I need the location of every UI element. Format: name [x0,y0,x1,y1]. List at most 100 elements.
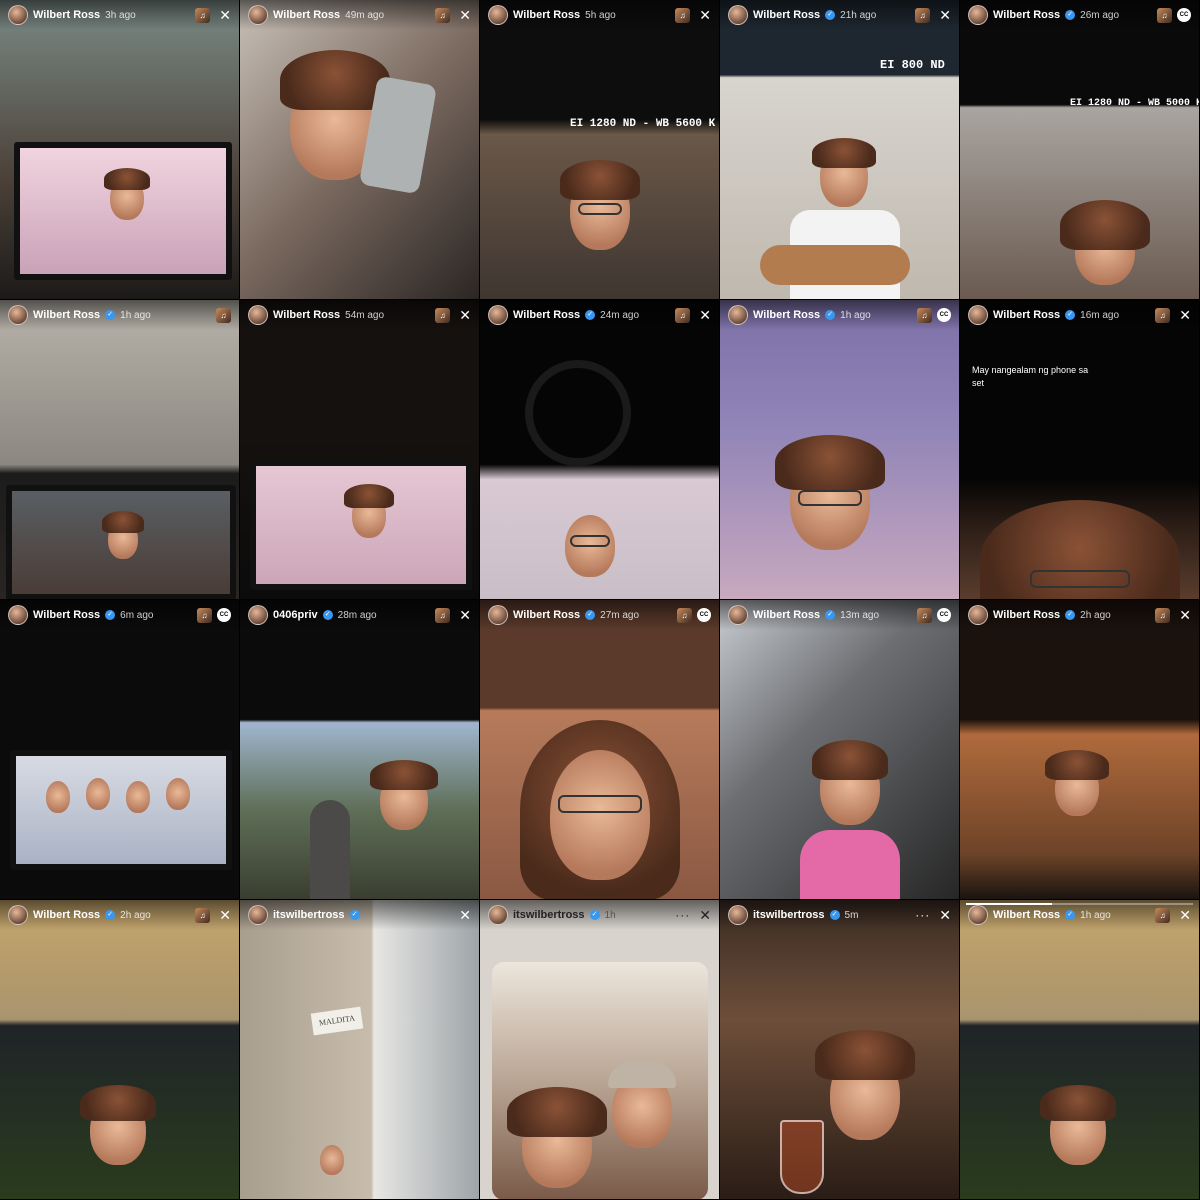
avatar[interactable] [728,905,748,925]
username[interactable]: Wilbert Ross [513,9,580,21]
username[interactable]: Wilbert Ross [513,609,580,621]
music-icon[interactable]: ♫ [677,607,692,623]
story-tile[interactable]: EI 1280 ND - WB 5000 K Wilbert Ross ✓ 26… [960,0,1200,300]
music-icon[interactable]: ♫ [216,307,231,323]
avatar[interactable] [968,605,988,625]
avatar[interactable] [488,305,508,325]
close-icon[interactable]: ✕ [1179,608,1191,622]
story-tile[interactable]: Wilbert Ross ✓ 13m ago ♫ CC [720,600,960,900]
story-tile[interactable]: Wilbert Ross ✓ 24m ago ♫ ✕ [480,300,720,600]
avatar[interactable] [248,605,268,625]
username[interactable]: Wilbert Ross [33,309,100,321]
avatar[interactable] [968,5,988,25]
music-icon[interactable]: ♫ [917,607,932,623]
avatar[interactable] [488,605,508,625]
close-icon[interactable]: ✕ [459,608,471,622]
username[interactable]: Wilbert Ross [33,9,100,21]
username[interactable]: Wilbert Ross [33,909,100,921]
avatar[interactable] [728,605,748,625]
username[interactable]: Wilbert Ross [33,609,100,621]
avatar[interactable] [728,305,748,325]
story-tile[interactable]: Wilbert Ross ✓ 1h ago ♫ ✕ [960,900,1200,1200]
avatar[interactable] [488,5,508,25]
avatar[interactable] [8,5,28,25]
avatar[interactable] [8,605,28,625]
cc-icon[interactable]: CC [1177,8,1191,22]
music-icon[interactable]: ♫ [1155,307,1171,323]
story-tile[interactable]: 0406priv ✓ 28m ago ♫ ✕ [240,600,480,900]
story-tile[interactable]: Wilbert Ross ✓ 1h ago ♫ [0,300,240,600]
story-tile[interactable]: itswilbertross ✓ 5m ··· ✕ [720,900,960,1200]
close-icon[interactable]: ✕ [219,8,231,22]
close-icon[interactable]: ✕ [939,908,951,922]
username[interactable]: Wilbert Ross [993,909,1060,921]
cc-icon[interactable]: CC [697,608,711,622]
cc-icon[interactable]: CC [937,608,951,622]
story-tile[interactable]: itswilbertross ✓ 1h ··· ✕ [480,900,720,1200]
more-icon[interactable]: ··· [675,908,690,922]
avatar[interactable] [488,905,508,925]
music-icon[interactable]: ♫ [915,7,931,23]
username[interactable]: Wilbert Ross [993,609,1060,621]
avatar[interactable] [8,305,28,325]
avatar[interactable] [968,905,988,925]
verified-icon: ✓ [825,10,836,20]
music-icon[interactable]: ♫ [1155,607,1171,623]
story-tile[interactable]: Wilbert Ross 54m ago ♫ ✕ [240,300,480,600]
username[interactable]: Wilbert Ross [753,309,820,321]
music-icon[interactable]: ♫ [435,7,451,23]
username[interactable]: itswilbertross [753,909,825,921]
story-tile[interactable]: EI 800 ND Wilbert Ross ✓ 21h ago ♫ ✕ [720,0,960,300]
music-icon[interactable]: ♫ [195,907,211,923]
music-icon[interactable]: ♫ [675,7,691,23]
story-tile[interactable]: Wilbert Ross ✓ 27m ago ♫ CC [480,600,720,900]
username[interactable]: 0406priv [273,609,318,621]
music-icon[interactable]: ♫ [1155,907,1171,923]
avatar[interactable] [968,305,988,325]
username[interactable]: Wilbert Ross [273,9,340,21]
close-icon[interactable]: ✕ [699,908,711,922]
username[interactable]: Wilbert Ross [993,9,1060,21]
story-tile[interactable]: Wilbert Ross ✓ 2h ago ♫ ✕ [0,900,240,1200]
music-icon[interactable]: ♫ [435,307,451,323]
story-tile[interactable]: EI 1280 ND - WB 5600 K + Wilbert Ross 5h… [480,0,720,300]
story-tile[interactable]: Wilbert Ross ✓ 2h ago ♫ ✕ [960,600,1200,900]
music-icon[interactable]: ♫ [675,307,691,323]
story-tile[interactable]: Wilbert Ross 3h ago ♫ ✕ [0,0,240,300]
username[interactable]: Wilbert Ross [753,9,820,21]
avatar[interactable] [248,5,268,25]
music-icon[interactable]: ♫ [917,307,932,323]
avatar[interactable] [728,5,748,25]
close-icon[interactable]: ✕ [459,8,471,22]
timestamp: 24m ago [600,309,640,321]
story-tile[interactable]: MALDITA itswilbertross ✓ ✕ [240,900,480,1200]
close-icon[interactable]: ✕ [699,8,711,22]
cc-icon[interactable]: CC [937,308,951,322]
close-icon[interactable]: ✕ [699,308,711,322]
close-icon[interactable]: ✕ [459,308,471,322]
music-icon[interactable]: ♫ [1157,7,1172,23]
close-icon[interactable]: ✕ [459,908,471,922]
close-icon[interactable]: ✕ [1179,908,1191,922]
close-icon[interactable]: ✕ [1179,308,1191,322]
avatar[interactable] [248,905,268,925]
username[interactable]: Wilbert Ross [273,309,340,321]
music-icon[interactable]: ♫ [197,607,212,623]
username[interactable]: Wilbert Ross [513,309,580,321]
story-tile[interactable]: Wilbert Ross ✓ 1h ago ♫ CC [720,300,960,600]
close-icon[interactable]: ✕ [939,8,951,22]
close-icon[interactable]: ✕ [219,908,231,922]
story-tile[interactable]: Wilbert Ross 49m ago ♫ ✕ [240,0,480,300]
music-icon[interactable]: ♫ [435,607,451,623]
story-tile[interactable]: Wilbert Ross ✓ 6m ago ♫ CC [0,600,240,900]
music-icon[interactable]: ♫ [195,7,211,23]
username[interactable]: Wilbert Ross [753,609,820,621]
username[interactable]: itswilbertross [273,909,345,921]
avatar[interactable] [8,905,28,925]
username[interactable]: Wilbert Ross [993,309,1060,321]
more-icon[interactable]: ··· [915,908,930,922]
avatar[interactable] [248,305,268,325]
story-tile[interactable]: May nangealam ng phone sa set Wilbert Ro… [960,300,1200,600]
username[interactable]: itswilbertross [513,909,585,921]
cc-icon[interactable]: CC [217,608,231,622]
